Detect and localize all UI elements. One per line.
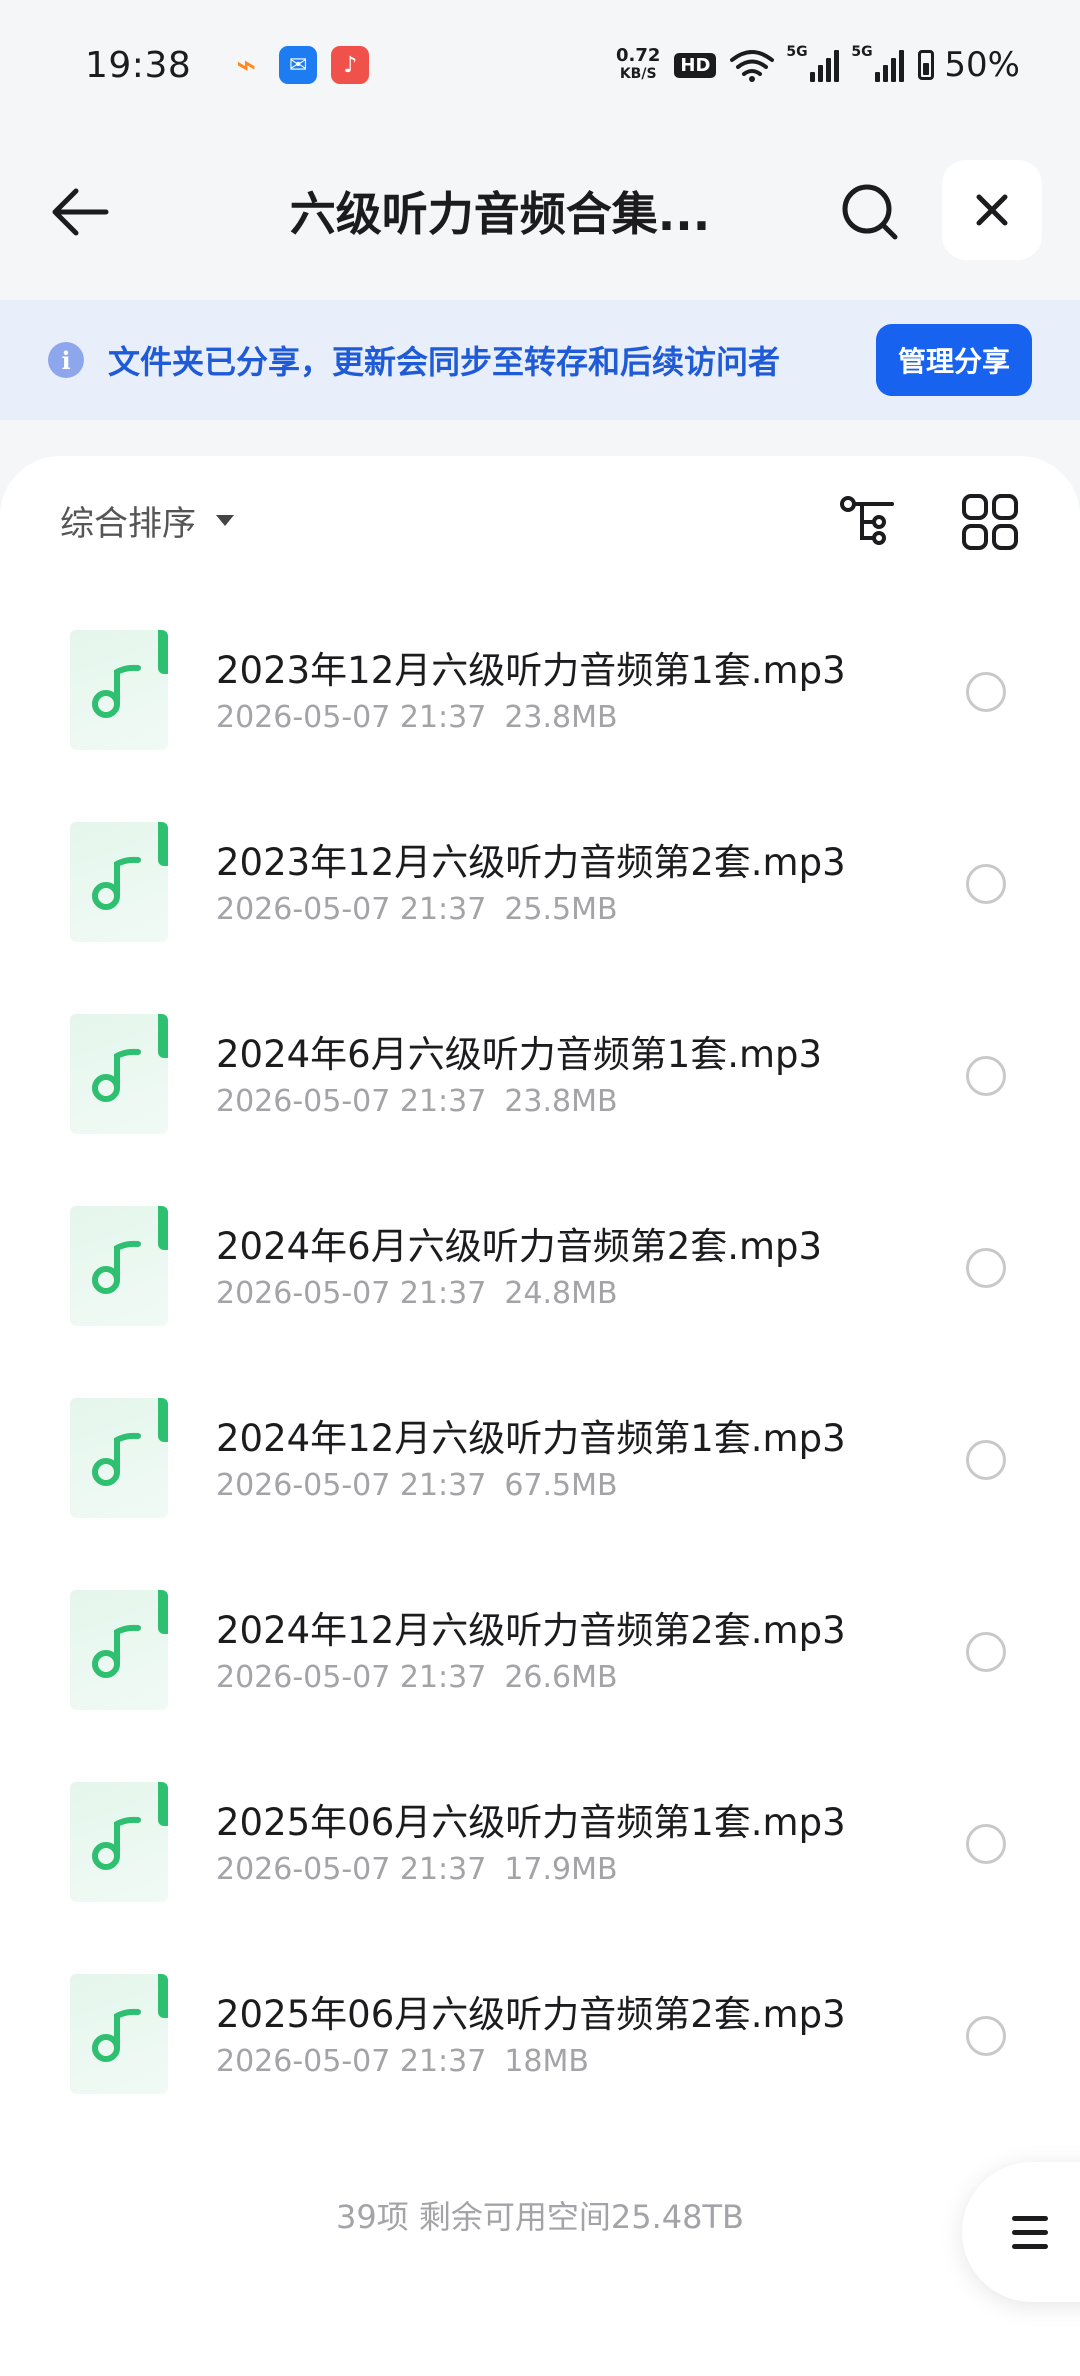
file-name: 2025年06月六级听力音频第2套.mp3: [216, 1993, 846, 2036]
file-size: 67.5MB: [504, 1468, 618, 1503]
file-row[interactable]: 2024年12月六级听力音频第1套.mp3 2026-05-07 21:37 67…: [0, 1398, 1080, 1590]
back-button[interactable]: [40, 172, 120, 252]
file-row[interactable]: 2024年6月六级听力音频第2套.mp3 2026-05-07 21:37 24.…: [0, 1206, 1080, 1398]
file-name: 2023年12月六级听力音频第2套.mp3: [216, 841, 846, 884]
grid-view-icon[interactable]: [960, 492, 1020, 552]
hd-icon: HD: [674, 52, 717, 78]
file-meta: 2026-05-07 21:37 17.9MB: [216, 1852, 618, 1887]
audio-file-icon: [70, 1974, 168, 2094]
manage-share-button[interactable]: 管理分享: [875, 324, 1032, 396]
audio-file-icon: [70, 1590, 168, 1710]
file-date: 2026-05-07 21:37: [216, 1852, 487, 1887]
status-indicators: 0.72 KB/S HD 5G 5G 50%: [616, 44, 1020, 85]
sort-dropdown[interactable]: 综合排序: [60, 496, 234, 545]
file-name: 2024年6月六级听力音频第2套.mp3: [216, 1225, 823, 1268]
close-button[interactable]: [942, 160, 1042, 260]
file-meta: 2026-05-07 21:37 23.8MB: [216, 700, 618, 735]
file-row[interactable]: 2023年12月六级听力音频第2套.mp3 2026-05-07 21:37 25…: [0, 822, 1080, 1014]
file-select-checkbox[interactable]: [966, 1824, 1006, 1864]
tree-view-icon[interactable]: [838, 492, 898, 552]
network-speed: 0.72 KB/S: [616, 47, 660, 83]
audio-file-icon: [70, 1206, 168, 1326]
file-date: 2026-05-07 21:37: [216, 1084, 487, 1119]
file-meta: 2026-05-07 21:37 67.5MB: [216, 1468, 618, 1503]
info-icon: i: [48, 342, 84, 378]
file-date: 2026-05-07 21:37: [216, 1468, 487, 1503]
file-row[interactable]: 2025年06月六级听力音频第2套.mp3 2026-05-07 21:37 18…: [0, 1974, 1080, 2166]
file-row[interactable]: 2025年06月六级听力音频第1套.mp3 2026-05-07 21:37 17…: [0, 1782, 1080, 1974]
close-icon: [976, 194, 1008, 226]
file-size: 23.8MB: [504, 700, 618, 735]
file-list: 2023年12月六级听力音频第1套.mp3 2026-05-07 21:37 23…: [0, 630, 1080, 2166]
file-date: 2026-05-07 21:37: [216, 1660, 487, 1695]
file-name: 2024年6月六级听力音频第1套.mp3: [216, 1033, 823, 1076]
file-select-checkbox[interactable]: [966, 1056, 1006, 1096]
audio-file-icon: [70, 630, 168, 750]
app-orange-icon: ⌁: [236, 45, 257, 85]
file-size: 26.6MB: [504, 1660, 618, 1695]
menu-icon: [1012, 2215, 1048, 2249]
file-list-card: 综合排序 2023年12月六级听力音频第1套.mp3 2026-05-07 21…: [0, 456, 1080, 2376]
share-notice-text: 文件夹已分享，更新会同步至转存和后续访问者: [108, 343, 781, 381]
audio-file-icon: [70, 1398, 168, 1518]
file-size: 24.8MB: [504, 1276, 618, 1311]
file-size: 18MB: [504, 2044, 589, 2079]
file-meta: 2026-05-07 21:37 25.5MB: [216, 892, 618, 927]
battery-percent: 50%: [944, 45, 1020, 85]
cellular-signal-1-icon: 5G: [786, 44, 840, 82]
file-date: 2026-05-07 21:37: [216, 700, 487, 735]
file-meta: 2026-05-07 21:37 23.8MB: [216, 1084, 618, 1119]
file-name: 2023年12月六级听力音频第1套.mp3: [216, 649, 846, 692]
storage-summary: 39项 剩余可用空间25.48TB: [335, 2198, 744, 2236]
status-time: 19:38: [85, 44, 192, 86]
search-button[interactable]: [830, 172, 910, 252]
file-row[interactable]: 2024年6月六级听力音频第1套.mp3 2026-05-07 21:37 23.…: [0, 1014, 1080, 1206]
caret-down-icon: [216, 515, 234, 526]
app-mail-icon: ✉: [279, 46, 318, 84]
audio-file-icon: [70, 1782, 168, 1902]
audio-file-icon: [70, 822, 168, 942]
file-select-checkbox[interactable]: [966, 1440, 1006, 1480]
wifi-icon: [730, 50, 775, 82]
cellular-signal-2-icon: 5G: [851, 44, 905, 82]
file-select-checkbox[interactable]: [966, 672, 1006, 712]
file-select-checkbox[interactable]: [966, 1632, 1006, 1672]
file-meta: 2026-05-07 21:37 24.8MB: [216, 1276, 618, 1311]
file-date: 2026-05-07 21:37: [216, 1276, 487, 1311]
file-date: 2026-05-07 21:37: [216, 2044, 487, 2079]
share-notice-banner: i 文件夹已分享，更新会同步至转存和后续访问者 管理分享: [0, 300, 1080, 420]
sort-label: 综合排序: [60, 504, 196, 544]
app-music-icon: ♪: [331, 46, 370, 84]
status-app-icons: ⌁ ✉ ♪: [227, 45, 370, 85]
page-title: 六级听力音频合集...: [289, 187, 711, 241]
signal-2-label: 5G: [851, 44, 873, 60]
file-name: 2025年06月六级听力音频第1套.mp3: [216, 1801, 846, 1844]
file-select-checkbox[interactable]: [966, 1248, 1006, 1288]
navigation-bar: 六级听力音频合集...: [0, 150, 1080, 270]
network-speed-value: 0.72: [615, 45, 661, 66]
audio-file-icon: [70, 1014, 168, 1134]
search-icon: [842, 184, 898, 240]
file-size: 17.9MB: [504, 1852, 618, 1887]
file-date: 2026-05-07 21:37: [216, 892, 487, 927]
file-meta: 2026-05-07 21:37 26.6MB: [216, 1660, 618, 1695]
file-name: 2024年12月六级听力音频第2套.mp3: [216, 1609, 846, 1652]
file-name: 2024年12月六级听力音频第1套.mp3: [216, 1417, 846, 1460]
file-select-checkbox[interactable]: [966, 864, 1006, 904]
file-size: 23.8MB: [504, 1084, 618, 1119]
file-row[interactable]: 2024年12月六级听力音频第2套.mp3 2026-05-07 21:37 26…: [0, 1590, 1080, 1782]
file-meta: 2026-05-07 21:37 18MB: [216, 2044, 589, 2079]
battery-icon: [918, 50, 935, 80]
status-bar: 19:38 ⌁ ✉ ♪ 0.72 KB/S HD 5G 5G 50%: [0, 0, 1080, 130]
file-row[interactable]: 2023年12月六级听力音频第1套.mp3 2026-05-07 21:37 23…: [0, 630, 1080, 822]
network-speed-unit: KB/S: [619, 66, 657, 82]
file-select-checkbox[interactable]: [966, 2016, 1006, 2056]
signal-1-label: 5G: [786, 44, 808, 60]
back-arrow-icon: [52, 188, 109, 236]
file-size: 25.5MB: [504, 892, 618, 927]
